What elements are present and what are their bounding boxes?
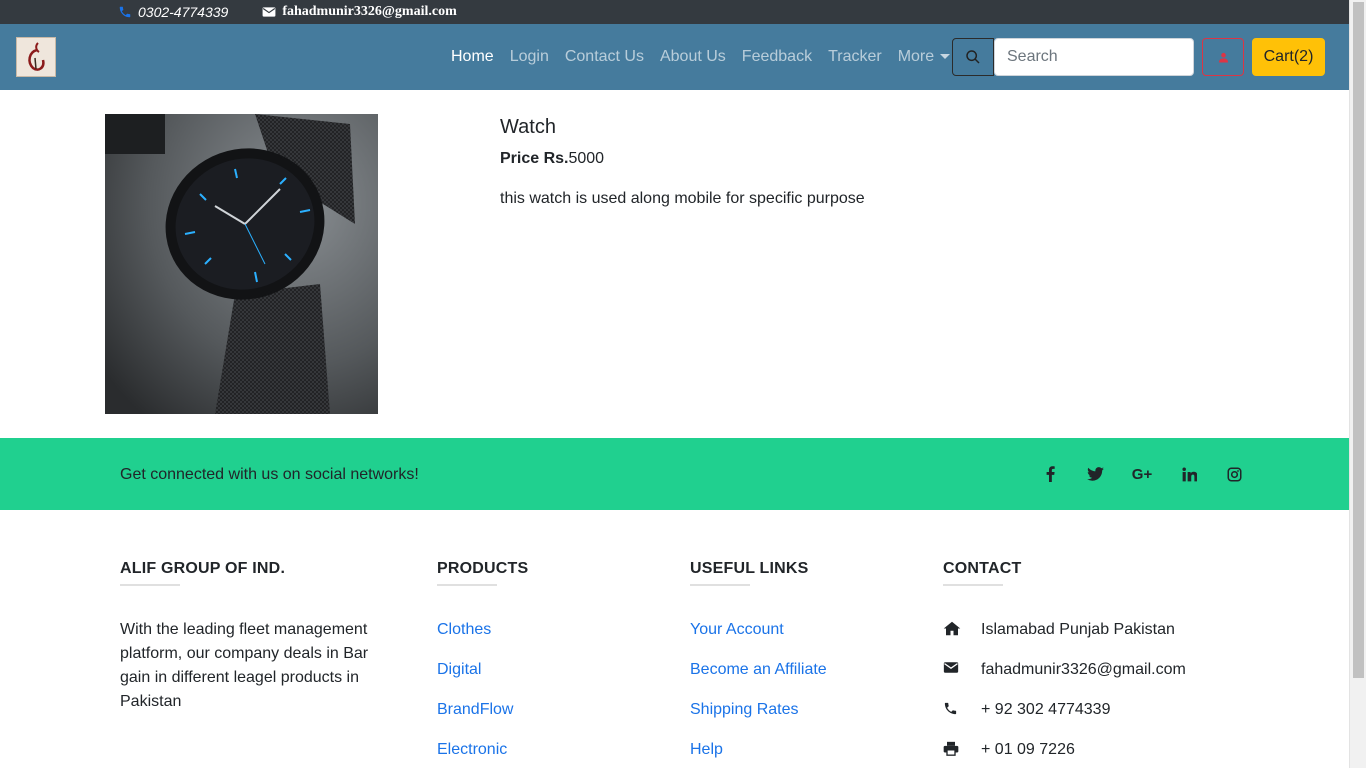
price-label: Price Rs. — [500, 150, 569, 167]
nav-about-us[interactable]: About Us — [652, 48, 734, 66]
product-description: this watch is used along mobile for spec… — [500, 190, 865, 207]
search-button[interactable] — [952, 38, 994, 76]
vertical-scrollbar[interactable] — [1349, 0, 1366, 768]
printer-icon — [943, 738, 981, 768]
linkedin-icon[interactable] — [1179, 464, 1199, 484]
topbar-phone-text: 0302-4774339 — [138, 4, 229, 20]
divider — [690, 584, 750, 586]
topbar-phone: 0302-4774339 — [118, 4, 228, 20]
envelope-icon — [943, 658, 981, 698]
calligraphy-logo-icon — [28, 42, 45, 71]
footer: ALIF GROUP OF IND. With the leading flee… — [0, 510, 1349, 768]
phone-icon — [943, 698, 981, 738]
contact-email: fahadmunir3326@gmail.com — [981, 661, 1186, 678]
search-icon — [966, 50, 980, 64]
search-input[interactable] — [994, 38, 1194, 76]
product-price: Price Rs.5000 — [500, 150, 604, 168]
footer-products: PRODUCTS Clothes Digital BrandFlow Elect… — [437, 560, 528, 768]
nav-home[interactable]: Home — [443, 48, 502, 66]
nav-more-dropdown[interactable]: More — [890, 48, 958, 66]
social-text: Get connected with us on social networks… — [120, 466, 419, 483]
divider — [120, 584, 180, 586]
social-bar: Get connected with us on social networks… — [0, 438, 1349, 510]
instagram-icon[interactable] — [1224, 464, 1244, 484]
footer-link-electronic[interactable]: Electronic — [437, 741, 507, 758]
nav-feedback[interactable]: Feedback — [734, 48, 820, 66]
product-image[interactable] — [105, 114, 378, 414]
footer-products-heading: PRODUCTS — [437, 560, 529, 577]
product-title: Watch — [500, 116, 556, 138]
footer-link-shipping-rates[interactable]: Shipping Rates — [690, 701, 799, 718]
footer-link-digital[interactable]: Digital — [437, 661, 481, 678]
footer-about: ALIF GROUP OF IND. With the leading flee… — [120, 560, 380, 714]
chevron-down-icon — [940, 54, 951, 60]
twitter-icon[interactable] — [1085, 464, 1105, 484]
phone-icon — [119, 6, 131, 18]
nav-links: Home Login Contact Us About Us Feedback … — [443, 24, 958, 90]
divider — [437, 584, 497, 586]
footer-link-clothes[interactable]: Clothes — [437, 621, 491, 638]
page: 0302-4774339 fahadmunir3326@gmail.com Ho… — [0, 0, 1349, 768]
nav-more-label: More — [897, 48, 935, 65]
footer-links-heading: USEFUL LINKS — [690, 560, 809, 577]
top-contact-bar: 0302-4774339 fahadmunir3326@gmail.com — [0, 0, 1349, 24]
nav-login[interactable]: Login — [502, 48, 557, 66]
footer-link-your-account[interactable]: Your Account — [690, 621, 784, 638]
footer-link-help[interactable]: Help — [690, 741, 723, 758]
watch-image-icon — [105, 114, 378, 414]
footer-about-text: With the leading fleet management platfo… — [120, 621, 369, 710]
topbar-email-text: fahadmunir3326@gmail.com — [282, 4, 457, 19]
price-value: 5000 — [568, 150, 605, 167]
social-icons: G+ — [1040, 464, 1269, 484]
product-detail: Watch Price Rs.5000 this watch is used a… — [0, 90, 1349, 438]
nav-tracker[interactable]: Tracker — [820, 48, 890, 66]
footer-contact: CONTACT Islamabad Punjab Pakistan fahadm… — [943, 560, 1186, 768]
contact-fax: + 01 09 7226 — [981, 741, 1075, 758]
scrollbar-thumb[interactable] — [1353, 2, 1364, 678]
facebook-icon[interactable] — [1040, 464, 1060, 484]
cart-button[interactable]: Cart(2) — [1252, 38, 1325, 76]
divider — [943, 584, 1003, 586]
contact-address: Islamabad Punjab Pakistan — [981, 621, 1175, 638]
topbar-email: fahadmunir3326@gmail.com — [262, 4, 457, 20]
footer-link-brandflow[interactable]: BrandFlow — [437, 701, 513, 718]
footer-contact-heading: CONTACT — [943, 560, 1022, 577]
footer-about-heading: ALIF GROUP OF IND. — [120, 560, 286, 577]
contact-phone: + 92 302 4774339 — [981, 701, 1111, 718]
footer-useful-links: USEFUL LINKS Your Account Become an Affi… — [690, 560, 827, 768]
navbar: Home Login Contact Us About Us Feedback … — [0, 24, 1349, 90]
brand-logo[interactable] — [16, 37, 56, 77]
nav-contact-us[interactable]: Contact Us — [557, 48, 652, 66]
footer-link-become-affiliate[interactable]: Become an Affiliate — [690, 661, 827, 678]
user-button[interactable] — [1202, 38, 1244, 76]
home-icon — [943, 618, 981, 658]
envelope-icon — [262, 7, 276, 17]
user-icon — [1218, 52, 1228, 63]
google-plus-icon[interactable]: G+ — [1130, 464, 1154, 484]
